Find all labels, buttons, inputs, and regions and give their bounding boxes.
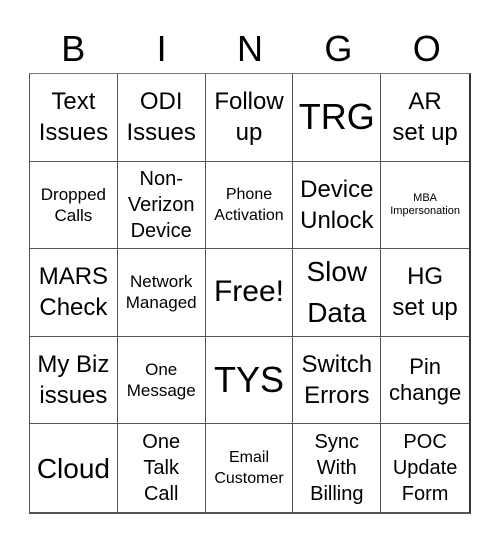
bingo-cell[interactable]: Phone Activation xyxy=(205,161,294,250)
bingo-cell-label: Cloud xyxy=(36,452,110,484)
bingo-cell[interactable]: AR set up xyxy=(381,74,469,162)
bingo-cell-label: MARS Check xyxy=(38,263,109,322)
bingo-cell-label: Phone Activation xyxy=(214,185,284,224)
bingo-cell[interactable]: Network Managed xyxy=(117,249,206,337)
bingo-cell-label: Switch Errors xyxy=(301,351,373,410)
bingo-cell-label: Free! xyxy=(213,275,284,309)
bingo-cell[interactable]: Cloud xyxy=(30,424,118,512)
bingo-cell[interactable]: One Message xyxy=(117,336,206,425)
bingo-cell-label: Follow up xyxy=(214,88,284,147)
bingo-cell-label: HG set up xyxy=(392,263,458,322)
bingo-cell[interactable]: TRG xyxy=(293,74,382,162)
bingo-header: B I N G O xyxy=(29,24,471,74)
bingo-cell[interactable]: ODI Issues xyxy=(117,74,206,162)
bingo-cell-label: One Talk Call xyxy=(142,431,181,506)
bingo-cell-label: One Message xyxy=(126,360,196,401)
bingo-cell[interactable]: POC Update Form xyxy=(381,424,469,512)
bingo-cell[interactable]: MBA Impersonation xyxy=(381,162,469,250)
bingo-cell-label: Non- Verizon Device xyxy=(127,167,195,242)
bingo-cell-label: Slow Data xyxy=(306,256,368,329)
bingo-cell-label: MBA Impersonation xyxy=(390,191,460,217)
header-letter-i: I xyxy=(156,28,167,69)
bingo-cell-label: AR set up xyxy=(392,88,458,147)
bingo-cell[interactable]: Device Unlock xyxy=(293,161,382,250)
bingo-cell[interactable]: Switch Errors xyxy=(293,336,382,425)
header-letter-g: G xyxy=(324,28,353,69)
bingo-cell[interactable]: Follow up xyxy=(205,74,294,162)
bingo-cell[interactable]: Non- Verizon Device xyxy=(117,161,206,250)
bingo-cell-label: Text Issues xyxy=(38,88,109,147)
bingo-cell[interactable]: TYS xyxy=(205,336,294,425)
bingo-cell-label: Dropped Calls xyxy=(40,184,106,225)
bingo-cell-free[interactable]: Free! xyxy=(205,249,294,337)
bingo-cell[interactable]: Text Issues xyxy=(30,74,118,162)
bingo-cell-label: Network Managed xyxy=(125,272,197,313)
bingo-cell[interactable]: Email Customer xyxy=(206,424,294,512)
header-letter-n: N xyxy=(236,28,263,69)
bingo-cell-label: My Biz issues xyxy=(37,351,110,410)
bingo-cell-label: TYS xyxy=(213,359,284,401)
bingo-cell[interactable]: Slow Data xyxy=(293,249,382,337)
bingo-cell-label: Email Customer xyxy=(214,449,284,488)
bingo-cell-label: TRG xyxy=(298,96,375,138)
bingo-cell[interactable]: Sync With Billing xyxy=(293,424,382,512)
bingo-grid: Text Issues ODI Issues Follow up TRG AR set … xyxy=(29,73,471,514)
bingo-cell-label: POC Update Form xyxy=(392,431,458,506)
bingo-cell-label: Device Unlock xyxy=(300,175,374,234)
bingo-cell-label: ODI Issues xyxy=(126,88,196,147)
bingo-cell-label: Pin change xyxy=(389,354,462,406)
bingo-cell[interactable]: My Biz issues xyxy=(30,336,118,425)
bingo-cell[interactable]: HG set up xyxy=(381,249,469,337)
bingo-cell[interactable]: MARS Check xyxy=(30,249,118,337)
header-letter-b: B xyxy=(61,28,86,69)
header-letter-o: O xyxy=(412,28,441,69)
bingo-cell[interactable]: Pin change xyxy=(381,337,469,425)
bingo-cell[interactable]: Dropped Calls xyxy=(30,161,118,250)
bingo-cell[interactable]: One Talk Call xyxy=(118,424,206,512)
bingo-cell-label: Sync With Billing xyxy=(310,431,364,506)
